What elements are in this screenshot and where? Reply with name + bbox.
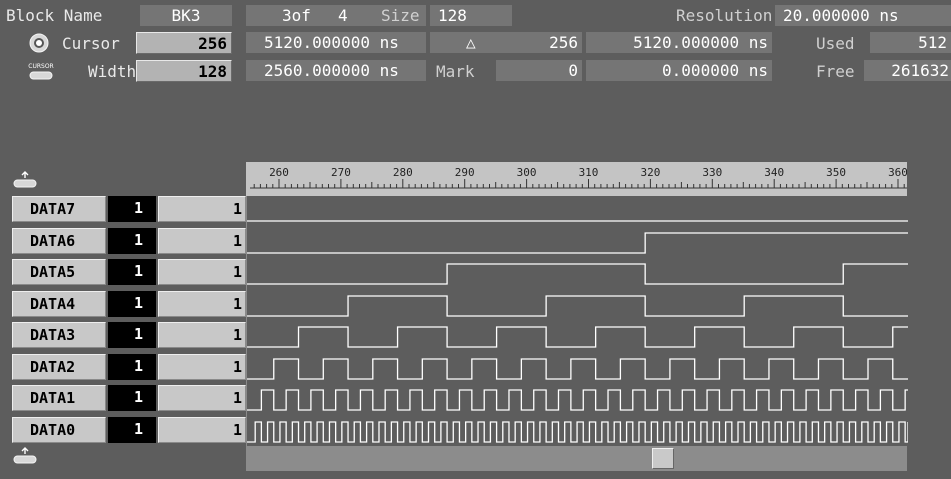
waveform-trace <box>247 232 908 254</box>
channel-row[interactable]: DATA6 1 1 <box>12 228 246 254</box>
block-name-label: Block Name <box>6 6 103 25</box>
channel-row[interactable]: DATA2 1 1 <box>12 354 246 380</box>
channel-row[interactable]: DATA3 1 1 <box>12 322 246 348</box>
ruler-tick-label: 330 <box>702 166 722 179</box>
ruler-tick-label: 300 <box>517 166 537 179</box>
channel-name[interactable]: DATA1 <box>12 385 106 411</box>
free-label: Free <box>816 62 855 81</box>
block-count: 4 <box>338 6 348 25</box>
waveform-trace <box>247 295 908 317</box>
cursor-input[interactable]: 256 <box>136 32 232 54</box>
channel-value: 1 <box>108 228 156 254</box>
channel-row[interactable]: DATA7 1 1 <box>12 196 246 222</box>
cursor-radio-icon[interactable] <box>28 32 50 54</box>
ruler-tick-label: 360 <box>888 166 907 179</box>
size-field[interactable]: 128 <box>430 5 512 26</box>
mark-label: Mark <box>436 62 475 81</box>
time-ruler-scale: 260 270 280 290 300 310 320 330 340 350 360 <box>250 166 908 189</box>
channel-name[interactable]: DATA3 <box>12 322 106 348</box>
channel-value: 1 <box>108 196 156 222</box>
channel-name[interactable]: DATA4 <box>12 291 106 317</box>
block-index: 3of <box>282 6 311 25</box>
waveform-trace <box>247 263 908 285</box>
channel-row[interactable]: DATA5 1 1 <box>12 259 246 285</box>
channel-name[interactable]: DATA5 <box>12 259 106 285</box>
waveform-trace <box>247 421 909 443</box>
ruler-tick-label: 320 <box>640 166 660 179</box>
channel-name[interactable]: DATA6 <box>12 228 106 254</box>
size-label: Size <box>381 6 420 25</box>
channel-value: 1 <box>108 385 156 411</box>
waveform-traces <box>247 220 909 443</box>
channel-count: 1 <box>158 417 246 443</box>
channel-list: DATA7 1 1 DATA6 1 1 DATA5 1 1 DATA4 1 1 DATA3 1 1 DATA2… <box>12 195 246 447</box>
channel-value: 1 <box>108 322 156 348</box>
svg-text:CURSOR: CURSOR <box>28 63 53 70</box>
cursor-width-icon[interactable]: CURSOR <box>28 60 54 82</box>
channel-count: 1 <box>158 385 246 411</box>
channel-row[interactable]: DATA0 1 1 <box>12 417 246 443</box>
channel-count: 1 <box>158 322 246 348</box>
block-name-field[interactable]: BK3 <box>140 5 232 26</box>
channel-value: 1 <box>108 291 156 317</box>
ruler-tick-label: 270 <box>331 166 351 179</box>
ruler-tick-label: 280 <box>393 166 413 179</box>
resolution-label: Resolution <box>676 6 773 25</box>
delta-time-field: 5120.000000 ns <box>586 32 772 53</box>
scroll-up-icon[interactable] <box>12 170 38 190</box>
width-label: Width <box>88 62 137 81</box>
width-input[interactable]: 128 <box>136 60 232 82</box>
mark-time-field: 0.000000 ns <box>586 60 772 81</box>
delta-icon: △ <box>466 33 476 52</box>
width-time-field: 2560.000000 ns <box>246 60 426 81</box>
channel-value: 1 <box>108 354 156 380</box>
waveform-trace <box>247 389 908 411</box>
channel-row[interactable]: DATA4 1 1 <box>12 291 246 317</box>
mark-value-field: 0 <box>496 60 582 81</box>
channel-name[interactable]: DATA0 <box>12 417 106 443</box>
waveform-trace <box>247 358 908 380</box>
ruler-tick-label: 260 <box>269 166 289 179</box>
cursor-time-field: 5120.000000 ns <box>246 32 426 53</box>
delta-value: 256 <box>549 33 578 52</box>
resolution-field[interactable]: 20.000000 ns <box>775 5 951 26</box>
channel-count: 1 <box>158 259 246 285</box>
channel-name[interactable]: DATA7 <box>12 196 106 222</box>
horizontal-scrollbar[interactable] <box>246 446 907 471</box>
used-field: 512 <box>870 32 951 53</box>
waveform-area[interactable] <box>246 196 909 446</box>
channel-count: 1 <box>158 354 246 380</box>
ruler-tick-label: 340 <box>764 166 784 179</box>
ruler-tick-label: 310 <box>579 166 599 179</box>
ruler-tick-label: 290 <box>455 166 475 179</box>
scroll-down-icon[interactable] <box>12 446 38 466</box>
channel-value: 1 <box>108 417 156 443</box>
time-ruler[interactable]: 260 270 280 290 300 310 320 330 340 350 360 <box>246 162 908 196</box>
channel-count: 1 <box>158 228 246 254</box>
scrollbar-thumb[interactable] <box>652 448 674 469</box>
channel-value: 1 <box>108 259 156 285</box>
block-position-field[interactable]: 3of 4 Size <box>246 5 426 26</box>
cursor-label: Cursor <box>62 34 120 53</box>
channel-name[interactable]: DATA2 <box>12 354 106 380</box>
waveform-trace <box>247 326 908 348</box>
channel-row[interactable]: DATA1 1 1 <box>12 385 246 411</box>
free-field: 261632 <box>864 60 951 81</box>
ruler-tick-label: 350 <box>826 166 846 179</box>
delta-field: △ 256 <box>430 32 582 53</box>
channel-count: 1 <box>158 196 246 222</box>
used-label: Used <box>816 34 855 53</box>
channel-count: 1 <box>158 291 246 317</box>
